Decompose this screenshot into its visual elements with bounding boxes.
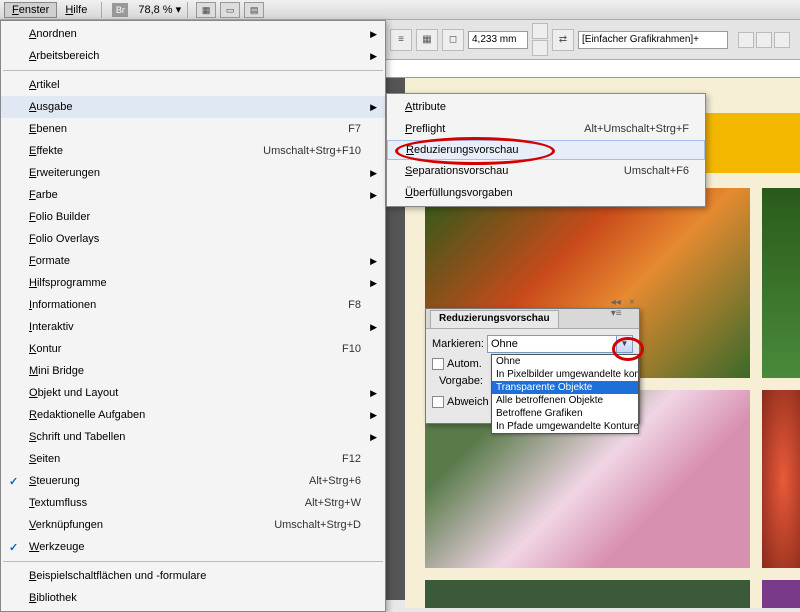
autom-label: Autom. (447, 358, 482, 370)
option-item[interactable]: In Pfade umgewandelte Konturen (492, 420, 638, 433)
menu-item[interactable]: Mini Bridge (1, 360, 385, 382)
abweich-label: Abweich (447, 396, 489, 408)
menu-item[interactable]: Schrift und Tabellen▶ (1, 426, 385, 448)
vorgabe-label: Vorgabe: (432, 375, 487, 387)
image-frame-3b[interactable] (762, 580, 800, 608)
submenu-item[interactable]: Attribute (387, 96, 705, 118)
stroke-width-field[interactable]: 4,233 mm (468, 31, 528, 49)
anchor-icon-2[interactable] (756, 32, 772, 48)
menu-item[interactable]: ✓SteuerungAlt+Strg+6 (1, 470, 385, 492)
menu-fenster[interactable]: Fenster (4, 2, 57, 18)
menu-item[interactable]: Bibliothek (1, 587, 385, 609)
menu-item[interactable]: Formate▶ (1, 250, 385, 272)
menu-item[interactable]: EbenenF7 (1, 118, 385, 140)
image-frame-2b[interactable] (762, 390, 800, 568)
menu-item[interactable]: SeitenF12 (1, 448, 385, 470)
bridge-icon[interactable]: Br (112, 3, 128, 17)
menu-item[interactable]: Folio Overlays (1, 228, 385, 250)
view-icon-3[interactable]: ▤ (244, 2, 264, 18)
menu-item[interactable]: Arbeitsbereich▶ (1, 45, 385, 67)
crop-icon[interactable]: ◻ (442, 29, 464, 51)
submenu-item[interactable]: SeparationsvorschauUmschalt+F6 (387, 160, 705, 182)
menu-item[interactable]: Erweiterungen▶ (1, 162, 385, 184)
menu-item[interactable]: ✓Werkzeuge (1, 536, 385, 558)
menu-item[interactable]: VerknüpfungenUmschalt+Strg+D (1, 514, 385, 536)
menu-item[interactable]: Beispielschaltflächen und -formulare (1, 565, 385, 587)
menu-item[interactable]: Anordnen▶ (1, 23, 385, 45)
menu-item[interactable]: Hilfsprogramme▶ (1, 272, 385, 294)
image-frame-1b[interactable] (762, 188, 800, 378)
ausgabe-submenu: AttributePreflightAlt+Umschalt+Strg+FRed… (386, 93, 706, 207)
view-icon-2[interactable]: ▭ (220, 2, 240, 18)
option-item[interactable]: Betroffene Grafiken (492, 407, 638, 420)
menu-item[interactable]: Interaktiv▶ (1, 316, 385, 338)
view-icon-1[interactable]: ▦ (196, 2, 216, 18)
fenster-menu: Anordnen▶Arbeitsbereich▶ArtikelAusgabe▶E… (0, 20, 386, 612)
wrap-icon[interactable]: ▦ (416, 29, 438, 51)
object-style-preset[interactable]: [Einfacher Grafikrahmen]+ (578, 31, 728, 49)
menubar: Fenster Hilfe Br 78,8 % ▾ ▦ ▭ ▤ (0, 0, 800, 20)
anchor-icon-3[interactable] (774, 32, 790, 48)
menu-item[interactable]: Redaktionelle Aufgaben▶ (1, 404, 385, 426)
menu-item[interactable]: Ausgabe▶ (1, 96, 385, 118)
menu-item[interactable]: TextumflussAlt+Strg+W (1, 492, 385, 514)
submenu-item[interactable]: PreflightAlt+Umschalt+Strg+F (387, 118, 705, 140)
option-item[interactable]: Alle betroffenen Objekte (492, 394, 638, 407)
menu-item[interactable]: InformationenF8 (1, 294, 385, 316)
mark-label: Markieren: (432, 338, 487, 350)
option-item[interactable]: In Pixelbilder umgewandelte komple (492, 368, 638, 381)
mark-select[interactable]: Ohne ▼ (487, 335, 633, 353)
menu-item[interactable]: Objekt und Layout▶ (1, 382, 385, 404)
menu-item[interactable]: Artikel (1, 74, 385, 96)
dropdown-arrow-icon[interactable]: ▼ (616, 336, 632, 352)
anchor-icon-1[interactable] (738, 32, 754, 48)
submenu-item[interactable]: Überfüllungsvorgaben (387, 182, 705, 204)
zoom-field[interactable]: 78,8 % ▾ (138, 3, 181, 16)
panel-controls[interactable]: ◂◂ ×▾≡ (611, 297, 635, 319)
menu-item[interactable]: Farbe▶ (1, 184, 385, 206)
abweich-checkbox[interactable] (432, 396, 444, 408)
menu-item[interactable]: Folio Builder (1, 206, 385, 228)
autom-checkbox[interactable] (432, 358, 444, 370)
link-icon[interactable]: ⇄ (552, 29, 574, 51)
image-frame-3[interactable] (425, 580, 750, 608)
panel-tab[interactable]: Reduzierungsvorschau (430, 310, 559, 328)
menu-item[interactable]: KonturF10 (1, 338, 385, 360)
option-item[interactable]: Ohne (492, 355, 638, 368)
stroke-style-1[interactable] (532, 23, 548, 39)
mark-options-list[interactable]: OhneIn Pixelbilder umgewandelte kompleTr… (491, 354, 639, 434)
menu-item[interactable]: EffekteUmschalt+Strg+F10 (1, 140, 385, 162)
menu-hilfe[interactable]: Hilfe (57, 2, 95, 18)
stroke-style-2[interactable] (532, 40, 548, 56)
align-icon[interactable]: ≡ (390, 29, 412, 51)
submenu-item[interactable]: Reduzierungsvorschau (387, 140, 705, 160)
option-item[interactable]: Transparente Objekte (492, 381, 638, 394)
